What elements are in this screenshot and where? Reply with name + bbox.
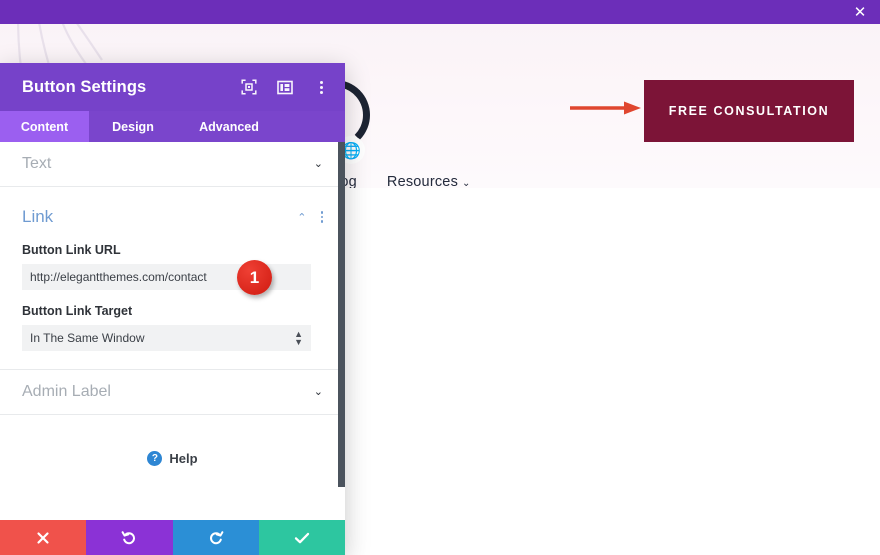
button-link-target-label: Button Link Target [22, 304, 133, 318]
chevron-down-icon: ⌄ [313, 157, 323, 170]
modal-footer [0, 520, 345, 555]
stepper-icon: ▲ ▼ [294, 329, 303, 347]
screen-root: ✕ 🌐 rvices Blog Resources⌄ [0, 0, 880, 555]
modal-header: Button Settings [0, 63, 345, 111]
section-link-header[interactable]: Link ⌃ [22, 207, 323, 227]
section-link: Link ⌃ Button Link URL Button Link Targe… [0, 187, 345, 370]
button-link-url-label: Button Link URL [22, 243, 121, 257]
section-text[interactable]: Text ⌄ [0, 142, 345, 187]
close-icon[interactable]: ✕ [850, 2, 870, 22]
cancel-button[interactable] [0, 520, 87, 555]
focus-target-icon[interactable] [239, 77, 259, 97]
button-link-target-value: In The Same Window [30, 331, 145, 345]
modal-header-icons [239, 77, 331, 97]
modal-tabs: Content Design Advanced [0, 111, 345, 142]
button-settings-modal: Button Settings Content Design Advanced … [0, 63, 345, 555]
free-consultation-label: FREE CONSULTATION [668, 104, 830, 118]
redo-icon [209, 530, 224, 544]
free-consultation-button[interactable]: FREE CONSULTATION [644, 80, 854, 142]
undo-button[interactable] [86, 520, 173, 555]
undo-icon [121, 530, 136, 544]
nav-item-resources[interactable]: Resources ⌄ [387, 174, 471, 188]
red-arrow-annotation-icon [570, 101, 641, 115]
chevron-down-icon: ⌄ [313, 385, 323, 398]
layout-panel-icon[interactable] [275, 77, 295, 97]
help-row[interactable]: ? Help [0, 415, 345, 501]
section-text-title: Text [22, 155, 52, 172]
help-label: Help [169, 450, 198, 466]
close-icon [37, 531, 49, 544]
modal-scroll-area: Text ⌄ Link ⌃ Button Link URL http://ele… [0, 142, 345, 520]
modal-title: Button Settings [22, 77, 147, 96]
step-badge-1: 1 [237, 260, 272, 295]
tab-content[interactable]: Content [0, 111, 89, 142]
section-admin-label[interactable]: Admin Label ⌄ [0, 370, 345, 415]
save-button[interactable] [258, 520, 345, 555]
more-options-icon[interactable] [311, 77, 331, 97]
tab-design[interactable]: Design [89, 111, 177, 142]
check-icon [294, 532, 310, 543]
tab-advanced[interactable]: Advanced [177, 111, 281, 142]
chevron-down-icon: ⌄ [462, 178, 471, 188]
nav-item-resources-label: Resources [386, 174, 459, 188]
section-link-options-icon[interactable] [320, 211, 323, 223]
vertical-dots [319, 80, 323, 94]
button-link-target-select[interactable]: In The Same Window ▲ ▼ [22, 325, 311, 351]
section-link-title: Link [22, 207, 54, 226]
redo-button[interactable] [172, 520, 259, 555]
chevron-up-icon[interactable]: ⌃ [297, 211, 306, 224]
builder-topbar: ✕ [0, 0, 880, 24]
help-icon: ? [147, 450, 163, 466]
panel-scrollbar[interactable] [338, 142, 345, 487]
section-admin-label-title: Admin Label [22, 383, 111, 400]
